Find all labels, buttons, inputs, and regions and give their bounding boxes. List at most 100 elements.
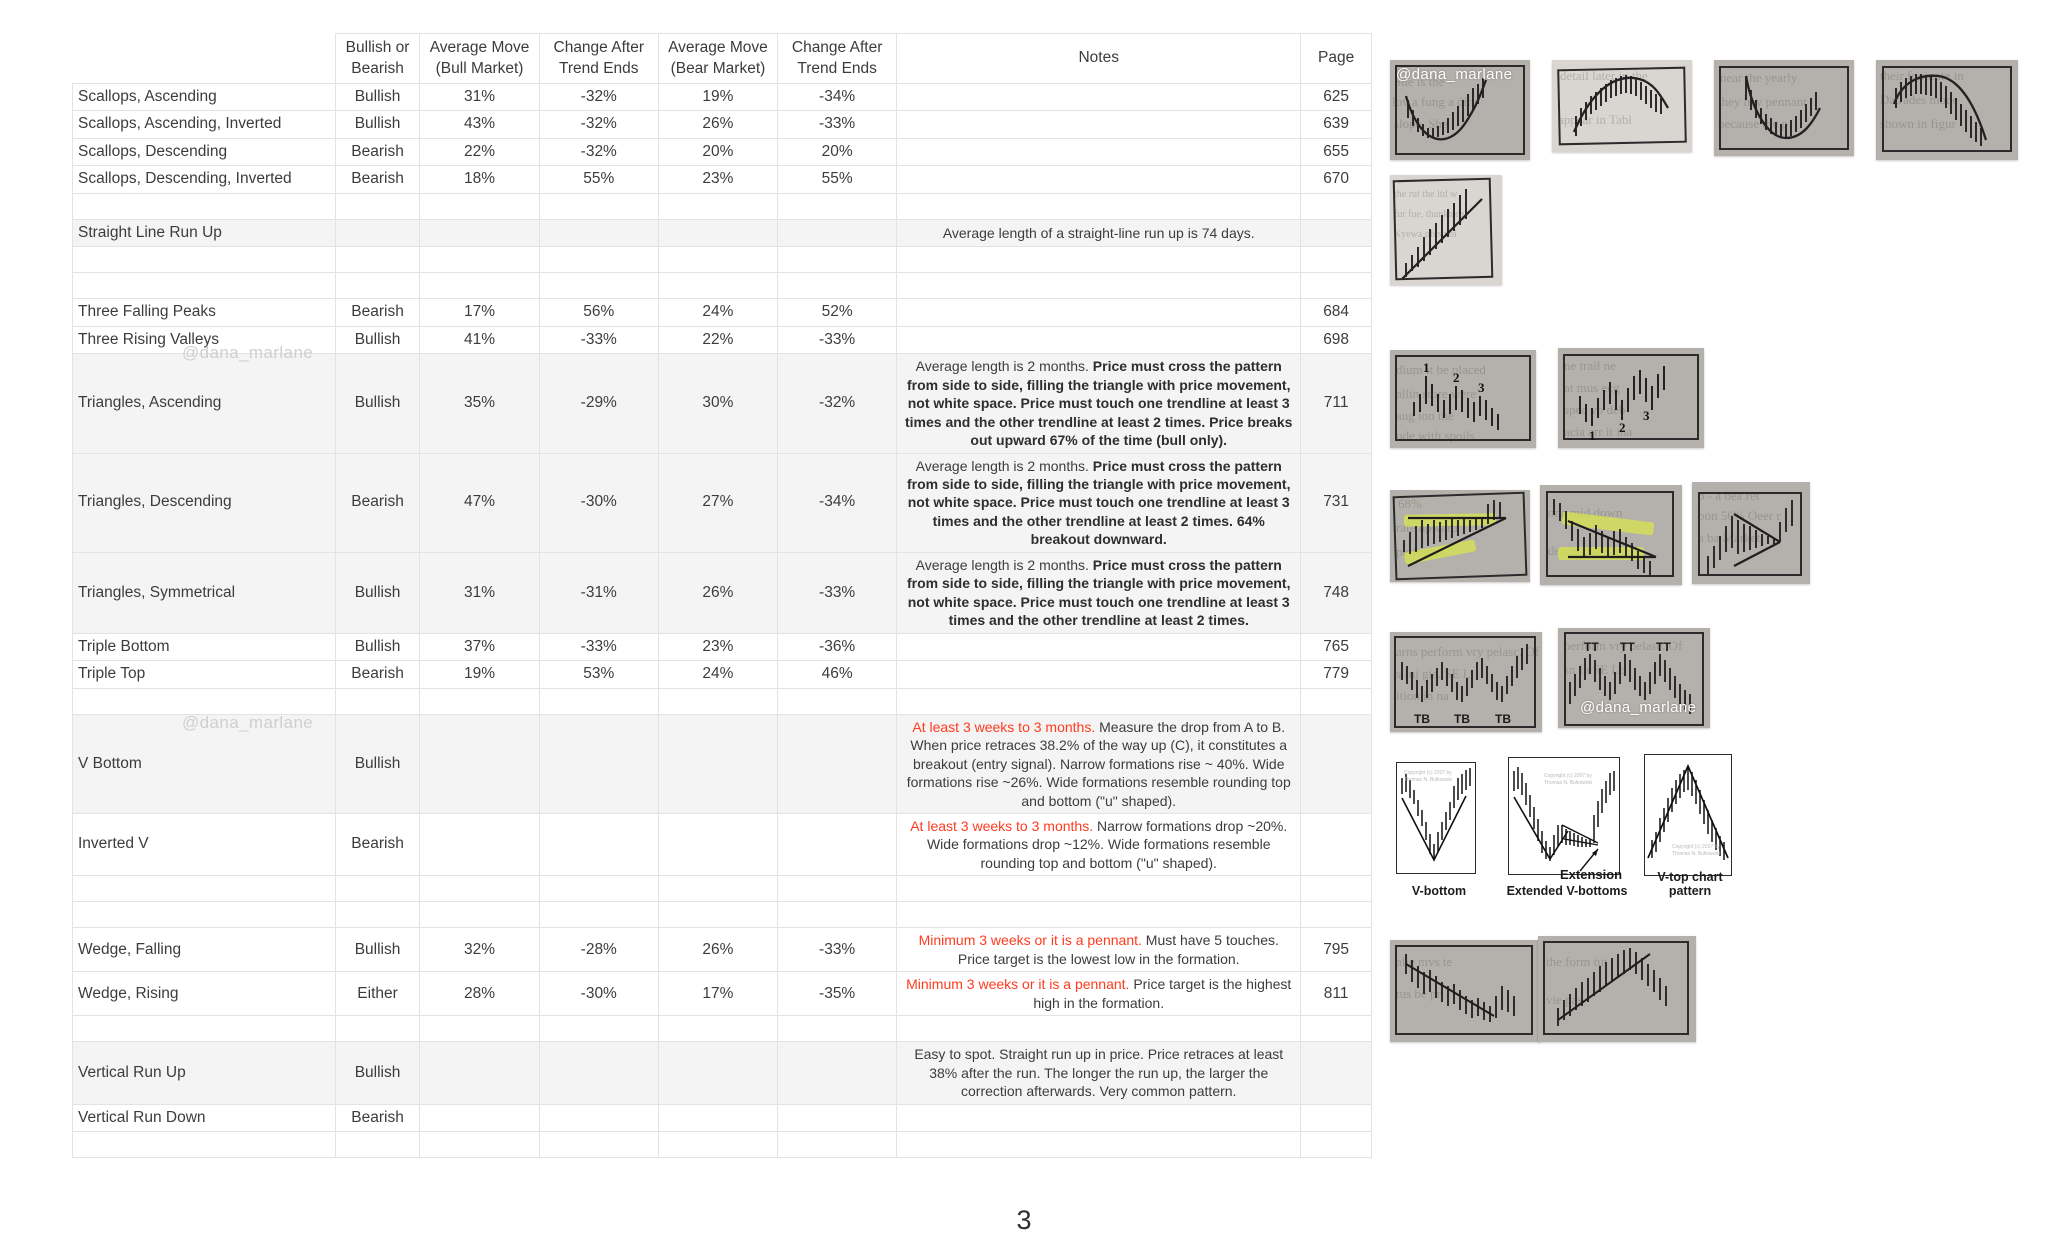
- photo-wedge-rising[interactable]: the form tut vie pas: [1538, 936, 1696, 1042]
- cell-avg-move-bear: [657, 218, 779, 248]
- photo-v-bottom[interactable]: Copyright (c) 2007 by Thomas N. Bulkowsk…: [1390, 760, 1488, 900]
- cell-avg-move-bear: 20%: [657, 137, 779, 167]
- cell-pattern-name: [72, 192, 336, 220]
- column-header-1: Bullish or Bearish: [334, 33, 421, 84]
- cell-page-number: 748: [1300, 551, 1372, 634]
- table-row: Triangles, Symmetrical Bullish 31% -31% 26% -…: [72, 551, 1372, 634]
- cell-notes: [896, 325, 1302, 355]
- svg-text:2: 2: [1453, 370, 1460, 385]
- cell-notes: [896, 875, 1302, 903]
- cell-pattern-name: [72, 272, 336, 300]
- cell-change-after-bull: -32%: [538, 110, 659, 139]
- photo-three-rising-valleys[interactable]: ne trail ne at mus ecg spec vo deb acia …: [1558, 348, 1704, 448]
- cell-notes: Average length of a straight-line run up…: [896, 218, 1302, 248]
- cell-avg-move-bull: [419, 1041, 540, 1105]
- page-number: 3: [1016, 1205, 1032, 1235]
- cell-pattern-name: Triangles, Symmetrical: [72, 551, 336, 634]
- photo-scallop-descending[interactable]: near the yearly they hay pennant because…: [1714, 60, 1854, 156]
- cell-page-number: [1300, 1131, 1372, 1159]
- cell-change-after-bull: [538, 1131, 659, 1159]
- cell-change-after-bear: [777, 901, 898, 929]
- photo-three-falling-peaks[interactable]: dium it be placed allin store were aug i…: [1390, 350, 1536, 448]
- cell-avg-move-bull: 31%: [419, 551, 540, 634]
- photo-scallop-ascending[interactable]: She is the lov a fung a dire slope. She …: [1390, 60, 1530, 160]
- cell-avg-move-bull: [419, 687, 540, 715]
- column-header-line2: Trend Ends: [797, 59, 877, 77]
- photo-wedge-falling[interactable]: alie mvs te tus be pr: [1390, 940, 1540, 1042]
- column-header-line1: Average Move: [429, 39, 530, 57]
- table-row: Inverted V Bearish At least 3 weeks to 3 m…: [72, 812, 1372, 877]
- cell-bullish-bearish: [334, 218, 421, 248]
- cell-avg-move-bull: 22%: [419, 137, 540, 167]
- caption-v-top: V-top chart pattern: [1657, 870, 1723, 898]
- cell-bullish-bearish: [334, 875, 421, 903]
- cell-pattern-name: [72, 875, 336, 903]
- cell-page-number: 639: [1300, 110, 1372, 139]
- cell-change-after-bear: 52%: [777, 298, 898, 327]
- photo-gallery: She is the lov a fung a dire slope. She …: [1390, 60, 2030, 1180]
- photo-triangle-descending[interactable]: ona mid down descending an: [1540, 485, 1682, 585]
- cell-avg-move-bear: [657, 901, 779, 929]
- cell-change-after-bear: -33%: [777, 551, 898, 634]
- cell-change-after-bear: [777, 1041, 898, 1105]
- cell-pattern-name: [72, 687, 336, 715]
- cell-pattern-name: Inverted V: [72, 812, 336, 877]
- photo-extended-v-bottoms[interactable]: Copyright (c) 2007 by Thomas N. Bulkowsk…: [1502, 755, 1632, 900]
- cell-change-after-bear: [777, 192, 898, 220]
- cell-bullish-bearish: Bearish: [334, 137, 421, 167]
- column-header-2: Average Move (Bull Market): [419, 33, 540, 84]
- cell-avg-move-bull: [419, 875, 540, 903]
- photo-v-top[interactable]: Copyright (c) 2007 by Thomas N. Bulkowsk…: [1638, 752, 1742, 900]
- table-row: Scallops, Ascending Bullish 31% -32% 19% -34%…: [72, 82, 1372, 112]
- cell-change-after-bear: -33%: [777, 325, 898, 355]
- cell-pattern-name: [72, 246, 336, 274]
- cell-change-after-bull: -29%: [538, 353, 659, 454]
- cell-page-number: [1300, 272, 1372, 300]
- notes-body: Easy to spot. Straight run up in price. …: [914, 1046, 1284, 1100]
- cell-change-after-bear: [777, 875, 898, 903]
- cell-avg-move-bear: [657, 713, 779, 814]
- table-row: [72, 1131, 1372, 1159]
- cell-bullish-bearish: Bearish: [334, 812, 421, 877]
- cell-notes: [896, 272, 1302, 300]
- cell-notes: Average length is 2 months. Price must c…: [896, 551, 1302, 634]
- svg-text:1: 1: [1589, 428, 1596, 443]
- column-header-line1: Page: [1318, 49, 1355, 67]
- cell-change-after-bull: [538, 192, 659, 220]
- table-body: Scallops, Ascending Bullish 31% -32% 19% -34%…: [72, 82, 1372, 1159]
- cell-page-number: [1300, 1103, 1372, 1133]
- photo-straight-line-run-up[interactable]: the rut the ltd w fur fue, thanktons Kye…: [1390, 175, 1502, 285]
- cell-pattern-name: Triple Top: [72, 660, 336, 689]
- marker-tb-1: TB: [1414, 712, 1430, 726]
- cell-bullish-bearish: Bullish: [334, 632, 421, 662]
- table-row: Scallops, Descending Bearish 22% -32% 20% 20%…: [72, 137, 1372, 167]
- cell-pattern-name: [72, 1131, 336, 1159]
- cell-bullish-bearish: [334, 1131, 421, 1159]
- cell-avg-move-bull: [419, 272, 540, 300]
- cell-pattern-name: Three Rising Valleys: [72, 325, 336, 355]
- photo-triple-bottom[interactable]: arns perform vry pelasc. Of s Inj gia. S…: [1390, 632, 1542, 732]
- photo-triple-top[interactable]: perform vry pelasc. Of sn In SE Lb: [1558, 628, 1710, 728]
- photo-scallop-ascending-inverted[interactable]: detail later in the appear in Tabl: [1552, 60, 1692, 152]
- cell-avg-move-bull: [419, 192, 540, 220]
- table-row: [72, 875, 1372, 903]
- marker-tt-3: TT: [1656, 640, 1671, 654]
- cell-change-after-bull: [538, 713, 659, 814]
- photo-triangle-symmetrical[interactable]: p - a bea ret bon 56% Oeer r a ba Market: [1692, 482, 1810, 584]
- notes-highlight: Minimum 3 weeks or it is a pennant.: [906, 976, 1130, 993]
- table-row: [72, 246, 1372, 274]
- cell-notes: [896, 298, 1302, 327]
- photo-scallop-descending-inverted[interactable]: their footnote in Datrades mode shown in…: [1876, 60, 2018, 160]
- cell-bullish-bearish: Either: [334, 971, 421, 1017]
- cell-bullish-bearish: Bearish: [334, 452, 421, 553]
- table-row: Wedge, Falling Bullish 32% -28% 26% -33% Minim…: [72, 927, 1372, 973]
- cell-avg-move-bear: [657, 812, 779, 877]
- cell-bullish-bearish: Bullish: [334, 353, 421, 454]
- table-row: Three Falling Peaks Bearish 17% 56% 24% 52% 68…: [72, 298, 1372, 327]
- cell-pattern-name: Three Falling Peaks: [72, 298, 336, 327]
- cell-avg-move-bear: 23%: [657, 165, 779, 194]
- cell-bullish-bearish: [334, 901, 421, 929]
- table-row: Three Rising Valleys Bullish 41% -33% 22% -33…: [72, 325, 1372, 355]
- photo-triangle-ascending[interactable]: 68% rate upward performs: [1390, 490, 1530, 582]
- cell-bullish-bearish: Bullish: [334, 1041, 421, 1105]
